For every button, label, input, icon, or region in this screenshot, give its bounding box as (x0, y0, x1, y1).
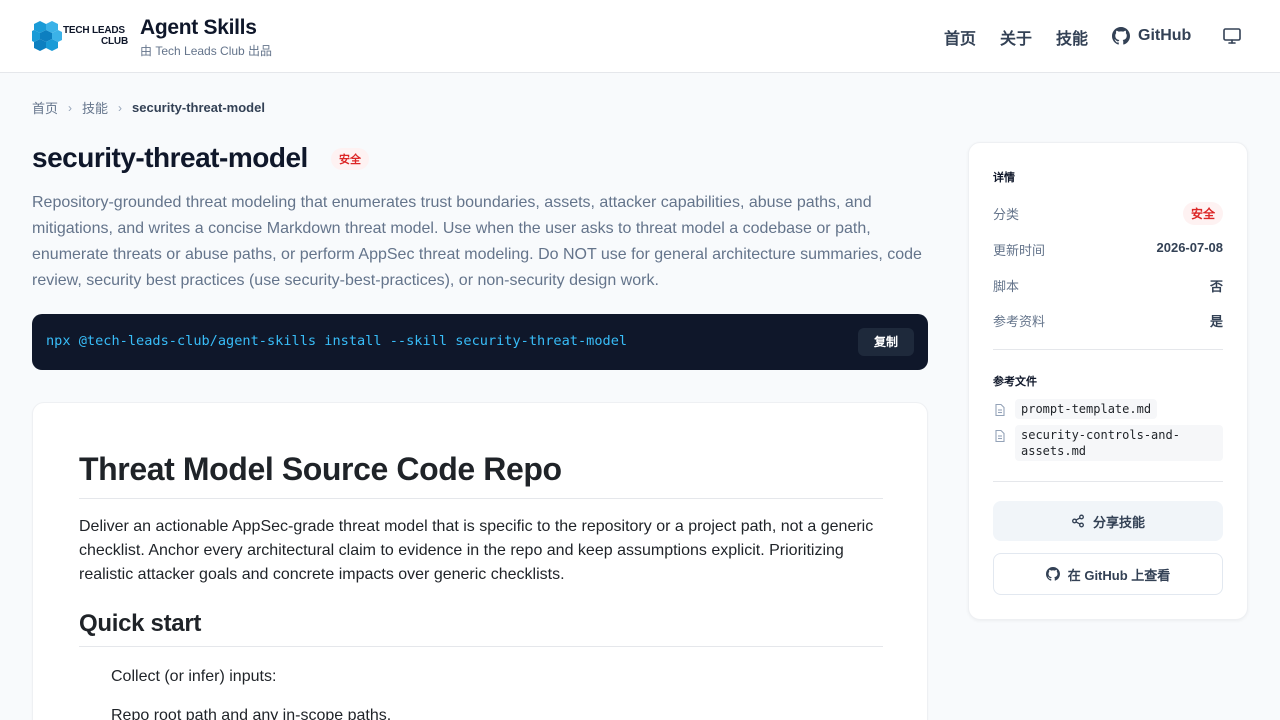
reference-files-heading: 参考文件 (993, 376, 1037, 388)
copy-button[interactable]: 复制 (858, 328, 914, 356)
reference-file-item[interactable]: security-controls-and-assets.md (993, 425, 1223, 461)
list-item: Repo root path and any in-scope paths. (111, 707, 392, 720)
cube-cluster-logo-icon[interactable] (32, 19, 62, 53)
category-badge: 安全 (331, 148, 369, 170)
detail-key: 参考资料 (993, 314, 1046, 329)
divider (993, 349, 1223, 350)
app-subtitle: 由 Tech Leads Club 出品 (140, 44, 273, 58)
reference-file-name: prompt-template.md (1015, 399, 1158, 419)
logo-line-1: TECH LEADS (63, 25, 125, 36)
install-command-block: npx @tech-leads-club/agent-skills instal… (32, 314, 928, 370)
page-title: security-threat-model (32, 142, 308, 173)
reference-file-item[interactable]: prompt-template.md (993, 399, 1223, 419)
detail-row-scripts: 脚本 否 (993, 274, 1223, 294)
detail-value: 2026-07-08 (1156, 240, 1224, 255)
divider (993, 481, 1223, 482)
github-icon (1112, 27, 1130, 45)
skill-readme-card: Threat Model Source Code Repo Deliver an… (32, 402, 928, 720)
detail-row-references: 参考资料 是 (993, 309, 1223, 329)
readme-heading: Threat Model Source Code Repo (79, 451, 883, 499)
details-sidebar: 详情 分类 安全 更新时间 2026-07-08 脚本 否 参考资料 是 参考文… (968, 142, 1248, 620)
readme-intro: Deliver an actionable AppSec-grade threa… (79, 518, 874, 583)
breadcrumb-home[interactable]: 首页 (32, 98, 58, 117)
nav-github-label: GitHub (1138, 27, 1192, 44)
app-title[interactable]: Agent Skills (140, 16, 257, 40)
detail-row-category: 分类 安全 (993, 202, 1223, 225)
reference-file-name: security-controls-and-assets.md (1015, 425, 1223, 461)
logo-wordmark[interactable]: TECH LEADS CLUB (63, 25, 129, 47)
nav-about[interactable]: 关于 (1000, 25, 1032, 49)
github-icon (1045, 567, 1060, 581)
breadcrumb-current: security-threat-model (132, 100, 265, 115)
readme-subheading: Quick start (79, 610, 883, 647)
detail-key: 分类 (993, 207, 1020, 222)
file-icon (995, 429, 1005, 443)
breadcrumb-separator: › (68, 100, 73, 115)
detail-key: 脚本 (993, 279, 1020, 294)
details-heading: 详情 (993, 172, 1015, 184)
logo-line-2: CLUB (101, 36, 128, 47)
breadcrumb-separator: › (118, 100, 123, 115)
nav-github[interactable]: GitHub (1112, 25, 1191, 47)
list-item: Collect (or infer) inputs: (111, 668, 277, 685)
breadcrumb-skills[interactable]: 技能 (82, 98, 108, 117)
monitor-icon[interactable] (1222, 26, 1242, 46)
top-navbar: TECH LEADS CLUB Agent Skills 由 Tech Lead… (0, 0, 1280, 73)
detail-row-updated: 更新时间 2026-07-08 (993, 238, 1223, 258)
breadcrumb: 首页 › 技能 › security-threat-model (32, 98, 265, 117)
view-on-github-button[interactable]: 在 GitHub 上查看 (993, 553, 1223, 595)
detail-value: 是 (1209, 314, 1223, 329)
file-icon (995, 403, 1005, 417)
install-command[interactable]: npx @tech-leads-club/agent-skills instal… (46, 333, 627, 349)
detail-value: 否 (1209, 279, 1223, 294)
detail-key: 更新时间 (993, 243, 1046, 258)
nav-skills[interactable]: 技能 (1056, 25, 1088, 49)
skill-description: Repository-grounded threat modeling that… (32, 194, 922, 289)
share-skill-label: 分享技能 (1092, 514, 1145, 530)
share-skill-button[interactable]: 分享技能 (993, 501, 1223, 541)
nav-home[interactable]: 首页 (944, 25, 976, 49)
detail-category-badge: 安全 (1182, 202, 1223, 225)
view-on-github-label: 在 GitHub 上查看 (1067, 567, 1171, 583)
share-icon (1072, 514, 1084, 528)
